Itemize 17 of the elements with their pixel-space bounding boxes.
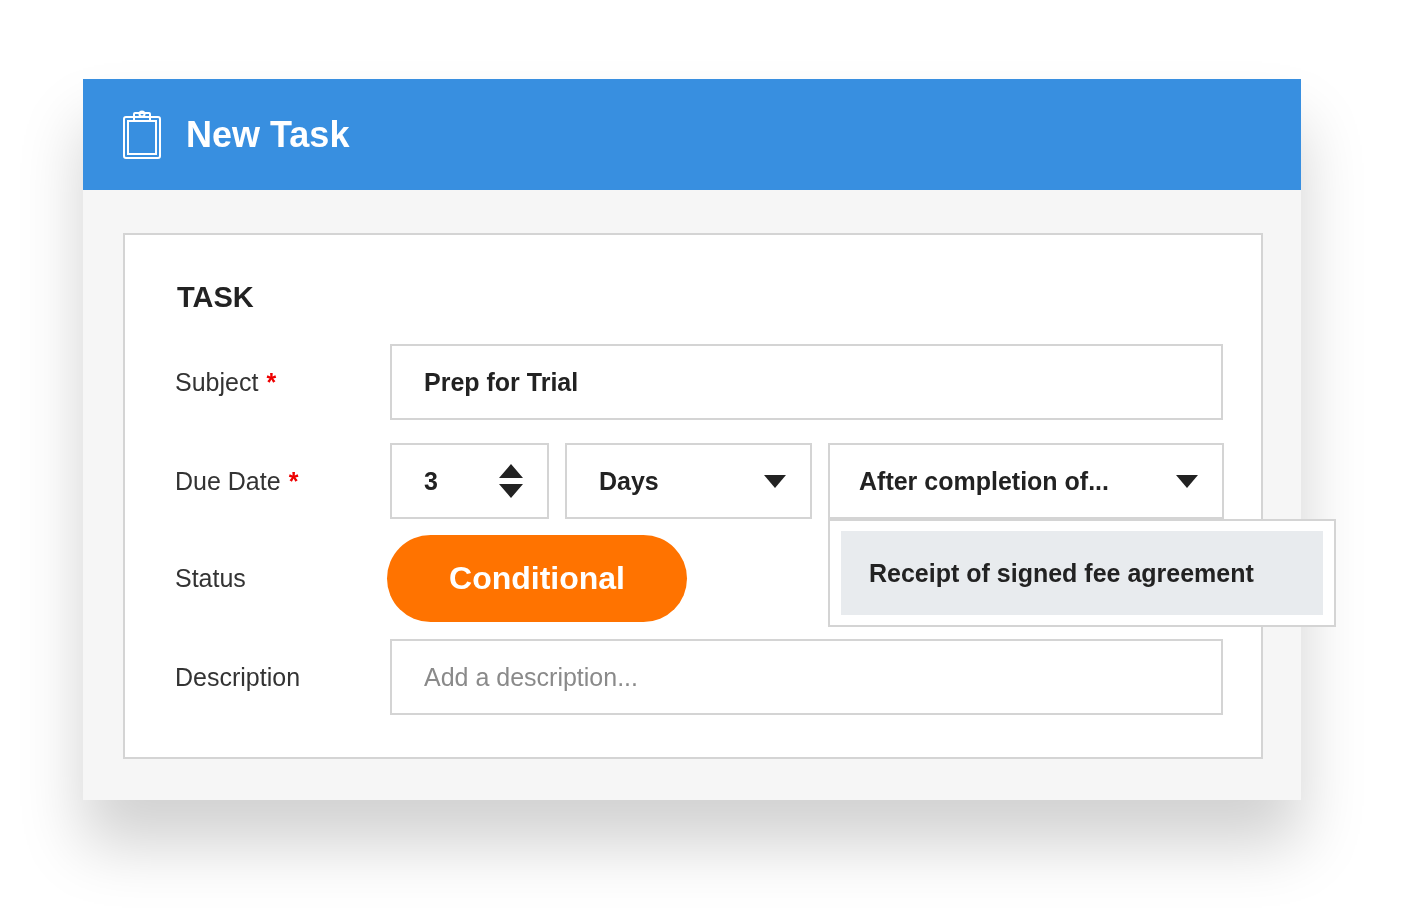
dropdown-option[interactable]: Receipt of signed fee agreement bbox=[841, 531, 1323, 615]
required-mark: * bbox=[266, 367, 277, 397]
required-mark: * bbox=[288, 466, 299, 496]
description-field[interactable]: Add a description... bbox=[390, 639, 1223, 715]
caret-icon bbox=[1176, 474, 1198, 488]
unit-dropdown[interactable]: Days bbox=[565, 443, 812, 519]
field-label: Status bbox=[175, 564, 247, 593]
field-label: Description bbox=[175, 662, 302, 692]
caret-icon bbox=[764, 474, 786, 488]
spinner-icon bbox=[499, 464, 523, 498]
amount-field[interactable]: 3 bbox=[390, 443, 549, 519]
window-title: New Task bbox=[186, 113, 350, 156]
section-title: TASK bbox=[177, 281, 255, 314]
field-label: Subject bbox=[175, 367, 259, 397]
subject-field[interactable]: Prep for Trial bbox=[390, 344, 1223, 420]
clipboard-icon bbox=[122, 109, 162, 160]
field-label: Due Date bbox=[175, 466, 281, 496]
